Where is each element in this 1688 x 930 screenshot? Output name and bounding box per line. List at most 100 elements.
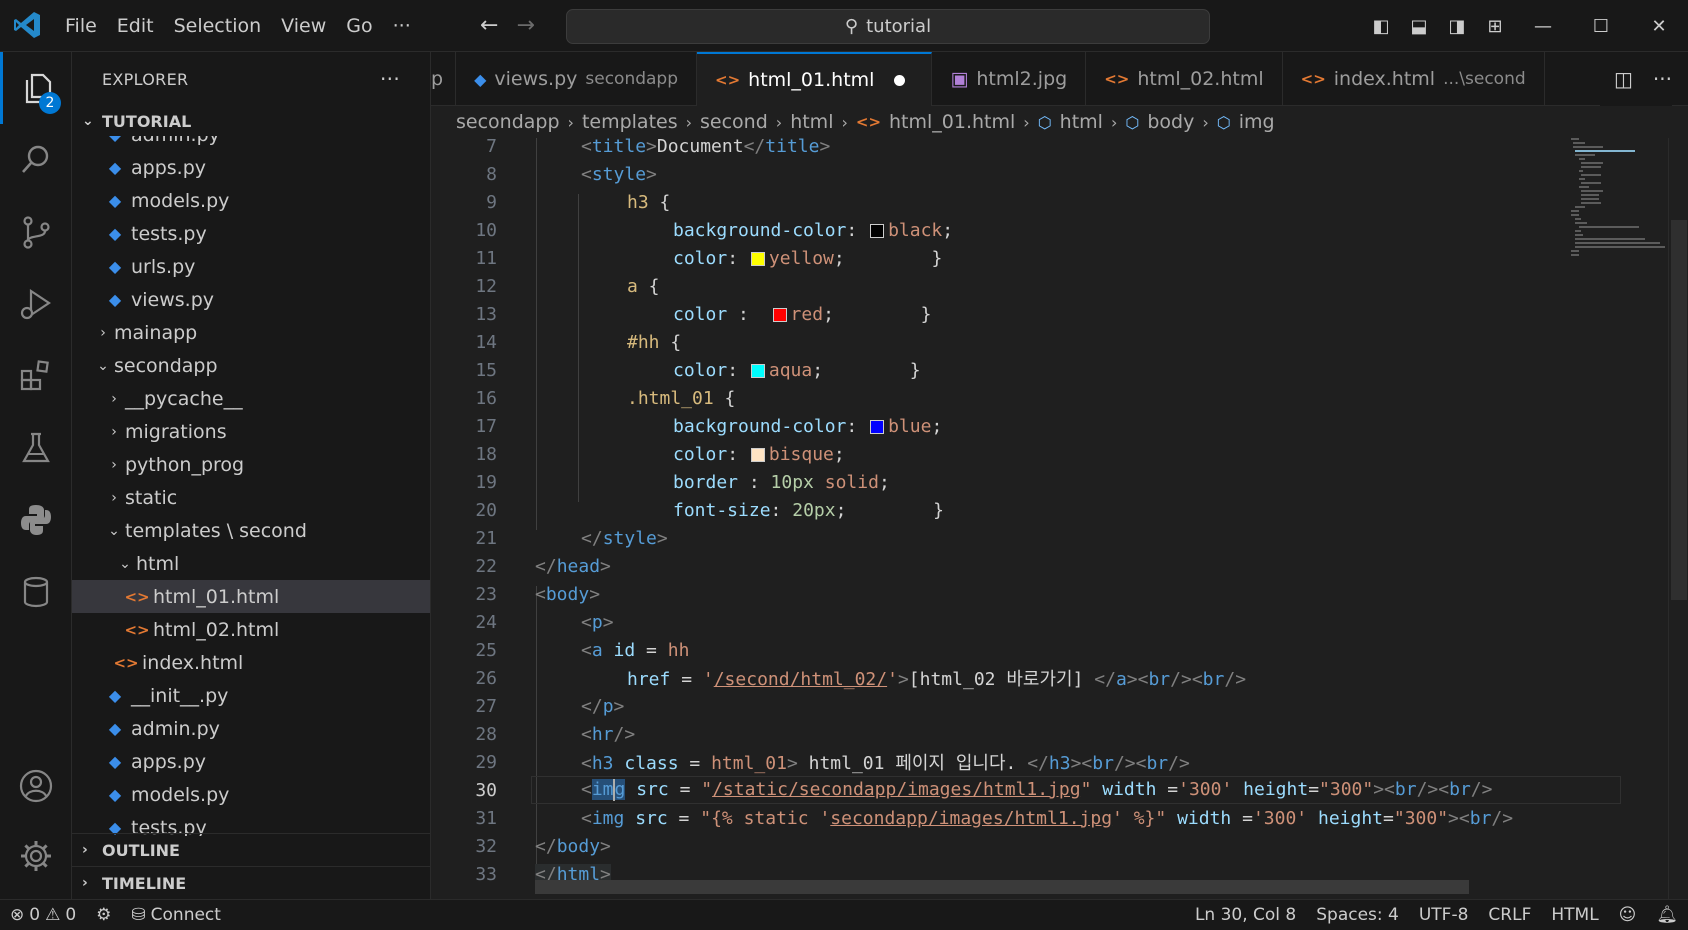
menu-edit[interactable]: Edit xyxy=(107,15,164,37)
forward-arrow-icon[interactable]: → xyxy=(516,13,534,38)
tree-file[interactable]: ◆ models.py xyxy=(72,778,430,811)
color-swatch-aqua[interactable] xyxy=(750,363,765,378)
color-swatch-yellow[interactable] xyxy=(750,251,765,266)
encoding[interactable]: UTF-8 xyxy=(1409,905,1479,925)
problems-indicator[interactable]: ⊗ 0 ⚠ 0 xyxy=(0,905,86,925)
tree-file[interactable]: ◆ tests.py xyxy=(72,217,430,250)
activity-run-debug[interactable] xyxy=(0,268,72,340)
toggle-secondary-sidebar-icon[interactable]: ◨ xyxy=(1438,16,1476,37)
activity-extensions[interactable] xyxy=(0,340,72,412)
minimize-window-icon[interactable]: — xyxy=(1514,16,1572,37)
tree-file[interactable]: ◆ __init__.py xyxy=(72,679,430,712)
tree-folder[interactable]: ⌄ html xyxy=(72,547,430,580)
activity-python[interactable] xyxy=(0,484,72,556)
activity-database[interactable] xyxy=(0,556,72,628)
activity-accounts[interactable] xyxy=(0,750,72,822)
menu-go[interactable]: Go xyxy=(336,15,382,37)
python-file-icon: ◆ xyxy=(108,686,122,705)
close-window-icon[interactable]: ✕ xyxy=(1630,16,1688,37)
activity-explorer[interactable]: 2 xyxy=(0,52,72,124)
line-number: 16 xyxy=(475,387,497,409)
editor-tab[interactable]: <> index.html ...\second xyxy=(1283,52,1545,106)
tree-folder[interactable]: › __pycache__ xyxy=(72,382,430,415)
tree-file[interactable]: ◆ urls.py xyxy=(72,250,430,283)
run-debug-icon xyxy=(20,288,51,320)
back-arrow-icon[interactable]: ← xyxy=(480,13,498,38)
menu-file[interactable]: File xyxy=(55,15,107,37)
html-file-icon: <> xyxy=(113,653,139,672)
tree-file[interactable]: ◆ apps.py xyxy=(72,745,430,778)
color-swatch-blue[interactable] xyxy=(870,419,885,434)
breadcrumb-item[interactable]: body xyxy=(1147,111,1194,133)
color-swatch-bisque[interactable] xyxy=(750,447,765,462)
notifications-bell-icon[interactable]: 🔔︎ xyxy=(1646,905,1688,925)
tree-folder[interactable]: › migrations xyxy=(72,415,430,448)
breadcrumb-item[interactable]: html xyxy=(1060,111,1103,133)
outline-section-header[interactable]: › OUTLINE xyxy=(72,833,430,866)
tree-item-label: __init__.py xyxy=(131,684,229,707)
menu-selection[interactable]: Selection xyxy=(164,15,272,37)
tree-folder[interactable]: › mainapp xyxy=(72,316,430,349)
command-center-search[interactable]: ⚲ tutorial xyxy=(566,9,1210,44)
editor-tab[interactable]: p xyxy=(431,52,457,106)
code-editor[interactable]: 7 <title>Document</title> 8 <style> 9 h3 { … xyxy=(431,138,1668,899)
maximize-window-icon[interactable]: ☐ xyxy=(1572,16,1630,37)
timeline-section-header[interactable]: › TIMELINE xyxy=(72,866,430,899)
tree-file[interactable]: <> index.html xyxy=(72,646,430,679)
explorer-more-actions[interactable]: ··· xyxy=(380,67,400,91)
color-swatch-black[interactable] xyxy=(870,223,885,238)
customize-layout-icon[interactable]: ⊞ xyxy=(1476,16,1514,37)
color-swatch-red[interactable] xyxy=(772,307,787,322)
breadcrumb-item[interactable]: second xyxy=(700,111,768,133)
menu-more[interactable]: ··· xyxy=(383,15,421,37)
activity-testing[interactable] xyxy=(0,412,72,484)
breadcrumb-item[interactable]: secondapp xyxy=(456,111,560,133)
tree-file[interactable]: <> html_02.html xyxy=(72,613,430,646)
minimap[interactable] xyxy=(1571,138,1668,899)
breadcrumb-item[interactable]: html xyxy=(790,111,833,133)
remote-indicator[interactable]: ⚙ xyxy=(86,905,121,925)
activity-source-control[interactable] xyxy=(0,196,72,268)
tree-file[interactable]: ◆ views.py xyxy=(72,283,430,316)
cursor-position[interactable]: Ln 30, Col 8 xyxy=(1185,905,1306,925)
activity-search[interactable] xyxy=(0,124,72,196)
tree-file[interactable]: ◆ apps.py xyxy=(72,151,430,184)
line-number: 10 xyxy=(475,219,497,241)
split-editor-icon[interactable]: ◫ xyxy=(1614,67,1633,91)
breadcrumb-item[interactable]: img xyxy=(1239,111,1275,133)
breadcrumb-item[interactable]: html_01.html xyxy=(889,111,1015,133)
tree-folder[interactable]: › static xyxy=(72,481,430,514)
language-mode[interactable]: HTML xyxy=(1541,905,1608,925)
activity-manage[interactable] xyxy=(0,820,72,892)
editor-tab[interactable]: ◆ views.py secondapp xyxy=(456,52,698,106)
workspace-folder-header[interactable]: ⌄ TUTORIAL xyxy=(72,106,430,136)
editor-tab[interactable]: <> html_02.html xyxy=(1086,52,1283,106)
breadcrumb-item[interactable]: templates xyxy=(582,111,678,133)
toggle-panel-icon[interactable]: ⬓ xyxy=(1400,16,1438,37)
more-actions-icon[interactable]: ··· xyxy=(1653,67,1672,91)
tree-folder[interactable]: ⌄ templates \ second xyxy=(72,514,430,547)
scrollbar-thumb[interactable] xyxy=(1671,220,1687,600)
indentation[interactable]: Spaces: 4 xyxy=(1306,905,1409,925)
tree-file[interactable]: <> html_01.html xyxy=(72,580,430,613)
tree-folder[interactable]: ⌄ secondapp xyxy=(72,349,430,382)
feedback-icon[interactable]: ☺ xyxy=(1609,905,1647,925)
explorer-badge: 2 xyxy=(39,92,61,114)
tree-folder[interactable]: › python_prog xyxy=(72,448,430,481)
tree-file[interactable]: ◆ admin.py xyxy=(72,712,430,745)
line-number: 24 xyxy=(475,611,497,633)
tree-item-label: models.py xyxy=(131,189,230,212)
vertical-scrollbar[interactable] xyxy=(1668,138,1688,899)
connect-button[interactable]: ⛁ Connect xyxy=(121,905,231,925)
end-of-line[interactable]: CRLF xyxy=(1478,905,1541,925)
extensions-icon xyxy=(20,360,49,391)
menu-view[interactable]: View xyxy=(271,15,336,37)
toggle-primary-sidebar-icon[interactable]: ◧ xyxy=(1362,16,1400,37)
horizontal-scrollbar[interactable] xyxy=(535,880,1469,894)
tree-file[interactable]: ◆ models.py xyxy=(72,184,430,217)
tree-file[interactable]: ◆ admin.py xyxy=(72,136,430,151)
editor-tab[interactable]: ▣ html2.jpg xyxy=(932,52,1087,106)
unsaved-dot-icon[interactable] xyxy=(894,74,906,86)
editor-tab[interactable]: <> html_01.html xyxy=(697,52,933,106)
code-line: 14 #hh { xyxy=(431,328,1668,356)
